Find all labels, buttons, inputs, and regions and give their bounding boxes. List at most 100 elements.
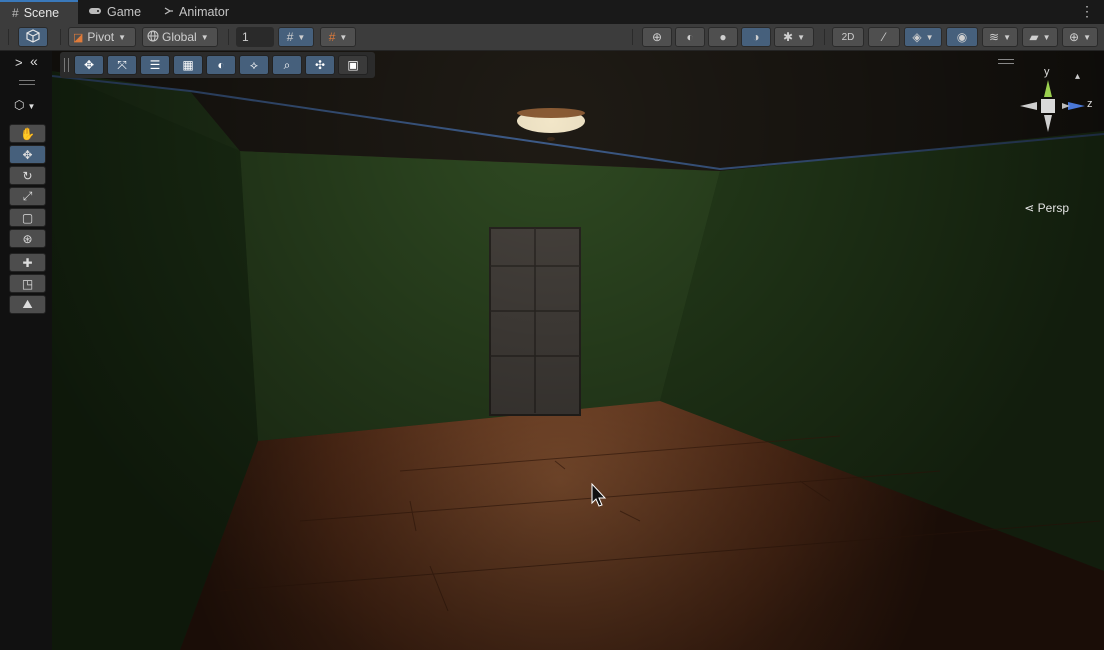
search-icon: ⌕ xyxy=(283,57,291,72)
lighting-mode-button[interactable]: ◐ xyxy=(206,55,236,75)
camera-preview-icon: ▣ xyxy=(347,58,359,72)
pivot-dropdown[interactable]: ◪ Pivot ▼ xyxy=(68,27,136,47)
effects-dropdown[interactable]: ◈ ▼ xyxy=(904,27,942,47)
lit-sphere-icon: ◑ xyxy=(752,30,760,44)
projection-label: Persp xyxy=(1037,201,1069,215)
grid-lines-icon: ▦ xyxy=(182,58,194,72)
transform-handles-button[interactable]: ⤧ xyxy=(107,55,137,75)
transform-icon: ⊛ xyxy=(22,231,33,246)
global-dropdown[interactable]: Global ▼ xyxy=(142,27,218,47)
move-arrows-icon: ✥ xyxy=(83,58,95,72)
grid-snap-icon: # xyxy=(286,30,294,44)
rect-tool-button[interactable]: ▢ xyxy=(9,208,46,227)
scale-icon: ⤢ xyxy=(22,189,33,203)
lock-icon[interactable]: ▴ xyxy=(1075,71,1080,82)
rotate-icon: ↻ xyxy=(22,168,33,183)
grid-snap-input[interactable]: 1 xyxy=(236,27,274,47)
tab-animator[interactable]: Animator xyxy=(164,0,229,24)
cube-outline-icon: ⬡ xyxy=(14,98,25,112)
chevron-down-icon: ▼ xyxy=(118,32,127,42)
chevron-down-icon: ▼ xyxy=(797,32,805,42)
snap-increment-button[interactable]: # ▼ xyxy=(320,27,356,47)
chevron-down-icon: ▼ xyxy=(27,102,36,111)
scene-viewport[interactable]: y z ▴ ⋖ Persp xyxy=(0,51,1104,650)
light-off-icon: ⁄ xyxy=(882,30,885,44)
pivot-label: Pivot xyxy=(87,30,115,44)
grid-icon: # xyxy=(12,6,19,20)
lit-mode-button[interactable]: ◑ xyxy=(741,27,771,47)
custom-tool-button[interactable]: ✚ xyxy=(9,253,46,272)
toolbar-separator xyxy=(60,29,61,45)
snap-icon: # xyxy=(328,30,336,44)
pivot-icon: ◪ xyxy=(73,31,84,44)
chevron-down-icon: ▼ xyxy=(1083,32,1091,42)
terrain-tool-button[interactable]: ⛰ xyxy=(9,295,46,314)
scene-visibility-button[interactable]: ◉ xyxy=(946,27,978,47)
scene-view-mode-button[interactable] xyxy=(18,27,48,47)
tab-game[interactable]: Game xyxy=(88,0,141,24)
overlay-grip-icon[interactable] xyxy=(64,58,69,72)
camera-settings-dropdown[interactable]: ▰ ▼ xyxy=(1022,27,1058,47)
toolbar-separator xyxy=(824,29,825,45)
rotate-tool-button[interactable]: ↻ xyxy=(9,166,46,185)
grid-toggle-button[interactable]: ▦ xyxy=(173,55,203,75)
tools-overlay: > « ⬡ ▼ ✋ ✥ ↻ ⤢ ▢ ⊛ ✚ ◳ ⛰ xyxy=(0,51,52,650)
tool-context-dropdown[interactable]: ⬡ ▼ xyxy=(14,98,35,112)
wireframe-shading-button[interactable]: ⊕ xyxy=(642,27,672,47)
persp-arrow-icon: ⋖ xyxy=(1024,201,1035,215)
move-tool-button[interactable]: ✥ xyxy=(9,145,46,164)
pivot-handle-button[interactable]: ✣ xyxy=(305,55,335,75)
toolbar-grip xyxy=(8,29,9,45)
transform-tool-button[interactable]: ⊛ xyxy=(9,229,46,248)
layer-visibility-dropdown[interactable]: ≋ ▼ xyxy=(982,27,1018,47)
projection-toggle[interactable]: ⋖ Persp xyxy=(1024,201,1069,215)
overlay-collapse-button[interactable]: « xyxy=(30,53,38,69)
overlay-expand-button[interactable]: > xyxy=(15,55,23,70)
scene-toolbar: ◪ Pivot ▼ Global ▼ 1 # ▼ # ▼ ⊕ ◐ ● ◑ ✱ ▼… xyxy=(0,24,1104,51)
overlay-handle-icon[interactable] xyxy=(998,59,1014,64)
more-options-icon[interactable]: ⋮ xyxy=(1080,3,1094,20)
scale-handles-icon: ⤧ xyxy=(117,57,127,72)
global-label: Global xyxy=(162,30,197,44)
align-icon: ☰ xyxy=(149,58,161,72)
chevron-down-icon: ▼ xyxy=(200,32,209,42)
orientation-gizmo[interactable]: y z xyxy=(1015,64,1095,144)
stack-icon: ≋ xyxy=(989,30,1000,44)
camera-preview-button[interactable]: ▣ xyxy=(338,55,368,75)
chevron-down-icon: ▼ xyxy=(297,32,306,42)
layers-icon: ◈ xyxy=(912,30,922,44)
tools-drag-handle-icon[interactable] xyxy=(19,80,35,85)
view-options-overlay: ✥ ⤧ ☰ ▦ ◐ ⟡ ⌕ ✣ ▣ xyxy=(60,52,375,78)
shaded-wireframe-icon: ◐ xyxy=(686,30,694,44)
debug-draw-mode-button[interactable]: ✱ ▼ xyxy=(774,27,814,47)
2d-toggle-button[interactable]: 2D xyxy=(832,27,864,47)
crosshair-icon: ✣ xyxy=(314,58,326,72)
gamepad-icon xyxy=(88,5,102,19)
shaded-wireframe-button[interactable]: ◐ xyxy=(675,27,705,47)
scale-tool-button[interactable]: ⤢ xyxy=(9,187,46,206)
lighting-toggle-button[interactable]: ⁄ xyxy=(868,27,900,47)
search-button[interactable]: ⌕ xyxy=(272,55,302,75)
move-arrows-icon: ✥ xyxy=(22,147,33,162)
grid-snap-value: 1 xyxy=(242,30,249,44)
camera-icon: ▰ xyxy=(1029,30,1039,44)
gizmo-y-label: y xyxy=(1044,66,1050,78)
cube-edit-icon: ◳ xyxy=(21,276,34,291)
shaded-button[interactable]: ● xyxy=(708,27,738,47)
grid-visibility-button[interactable]: # ▼ xyxy=(278,27,314,47)
toolbar-separator xyxy=(228,29,229,45)
probuilder-tool-button[interactable]: ◳ xyxy=(9,274,46,293)
layers-stack-icon: ⟡ xyxy=(250,57,258,72)
align-button[interactable]: ☰ xyxy=(140,55,170,75)
move-gizmo-button[interactable]: ✥ xyxy=(74,55,104,75)
hand-tool-button[interactable]: ✋ xyxy=(9,124,46,143)
chevron-down-icon: ▼ xyxy=(1003,32,1011,42)
add-tool-icon: ✚ xyxy=(22,255,33,270)
globe-icon xyxy=(147,30,159,45)
layers-button[interactable]: ⟡ xyxy=(239,55,269,75)
gizmos-dropdown[interactable]: ⊕ ▼ xyxy=(1062,27,1098,47)
room-render xyxy=(0,51,1104,650)
rect-transform-icon: ▢ xyxy=(21,210,34,225)
tab-scene[interactable]: # Scene xyxy=(0,0,78,24)
chevron-down-icon: ▼ xyxy=(339,32,348,42)
